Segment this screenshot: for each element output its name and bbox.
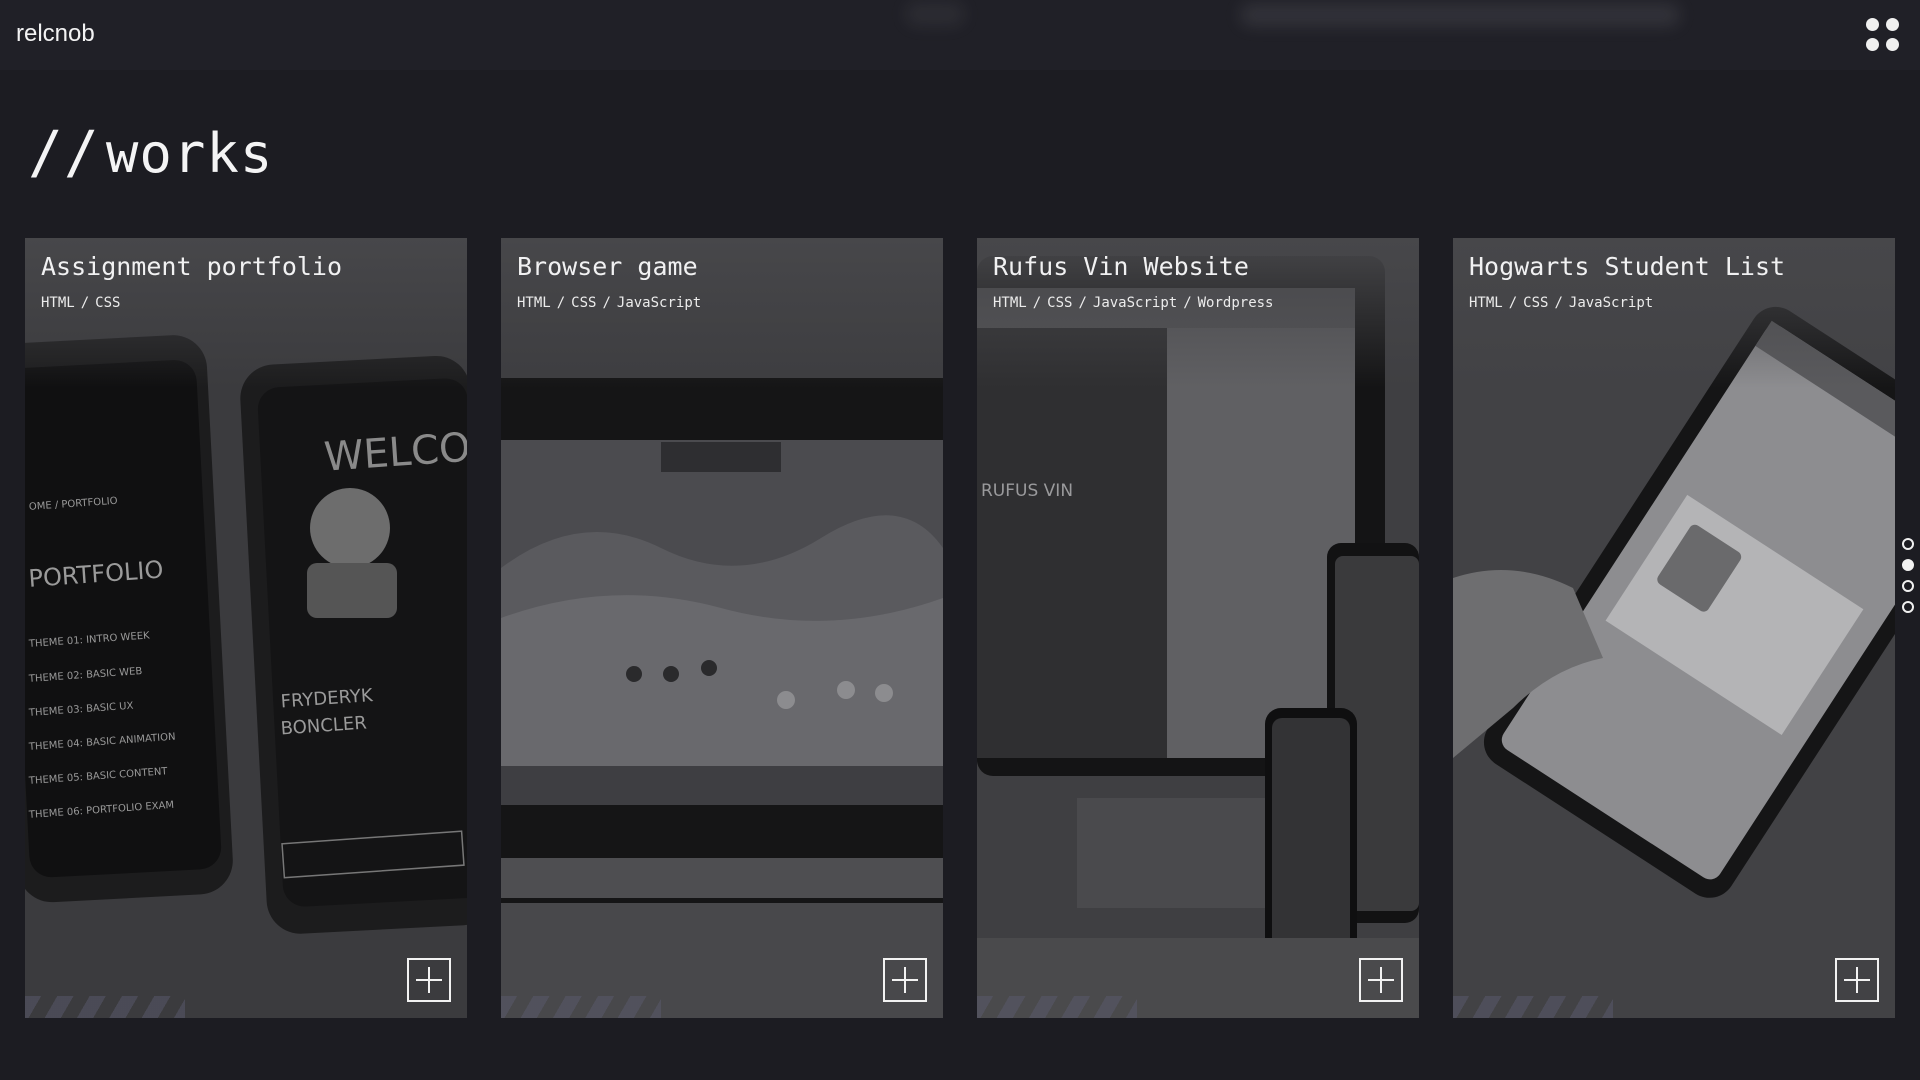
tag: JavaScript (616, 295, 702, 311)
stripe-decoration (501, 996, 661, 1018)
pagination-dot-4[interactable] (1902, 601, 1914, 613)
project-card-rufus-vin-website[interactable]: RUFUS VIN Rufus Vin Website HTML / CSS / Jav… (977, 238, 1419, 1018)
tag: HTML (993, 295, 1027, 311)
card-title: Assignment portfolio (41, 252, 343, 281)
project-card-hogwarts-student-list[interactable]: Hogwarts Student List HTML / CSS / JavaScrip… (1453, 238, 1895, 1018)
tag: JavaScript (1092, 295, 1178, 311)
plus-icon[interactable] (883, 958, 927, 1002)
blurred-nav-decoration (905, 2, 965, 26)
page-title: //works (28, 118, 273, 186)
svg-text:RUFUS VIN: RUFUS VIN (981, 481, 1073, 501)
card-title: Browser game (517, 252, 698, 281)
tag: CSS (95, 295, 121, 311)
plus-icon[interactable] (407, 958, 451, 1002)
pagination-dot-1[interactable] (1902, 538, 1914, 550)
tag: CSS (1523, 295, 1549, 311)
pagination-dot-2[interactable] (1902, 559, 1914, 571)
tag: HTML (1469, 295, 1503, 311)
tag: CSS (1047, 295, 1073, 311)
card-title: Rufus Vin Website (993, 252, 1249, 281)
card-tags: HTML / CSS / JavaScript (517, 295, 702, 311)
card-tags: HTML / CSS / JavaScript / Wordpress (993, 295, 1274, 311)
dots-grid-icon[interactable] (1866, 18, 1900, 52)
project-card-browser-game[interactable]: Browser game HTML / CSS / JavaScript (501, 238, 943, 1018)
plus-icon[interactable] (1835, 958, 1879, 1002)
site-logo[interactable]: relcnob (16, 20, 95, 48)
top-bar: relcnob (0, 0, 1920, 70)
blurred-nav-decoration (1240, 4, 1680, 26)
card-tags: HTML / CSS (41, 295, 121, 311)
stripe-decoration (25, 996, 185, 1018)
tag: Wordpress (1197, 295, 1274, 311)
tag: HTML (41, 295, 75, 311)
project-card-assignment-portfolio[interactable]: OME / PORTFOLIO PORTFOLIO THEME 01: INTR… (25, 238, 467, 1018)
tag: HTML (517, 295, 551, 311)
tag: CSS (571, 295, 597, 311)
page-pagination-dots (1902, 538, 1914, 622)
stripe-decoration (1453, 996, 1613, 1018)
heading-prefix: // (28, 118, 100, 186)
pagination-dot-3[interactable] (1902, 580, 1914, 592)
tag: JavaScript (1568, 295, 1654, 311)
heading-text: works (105, 122, 274, 185)
card-tags: HTML / CSS / JavaScript (1469, 295, 1654, 311)
plus-icon[interactable] (1359, 958, 1403, 1002)
card-title: Hogwarts Student List (1469, 252, 1786, 281)
stripe-decoration (977, 996, 1137, 1018)
